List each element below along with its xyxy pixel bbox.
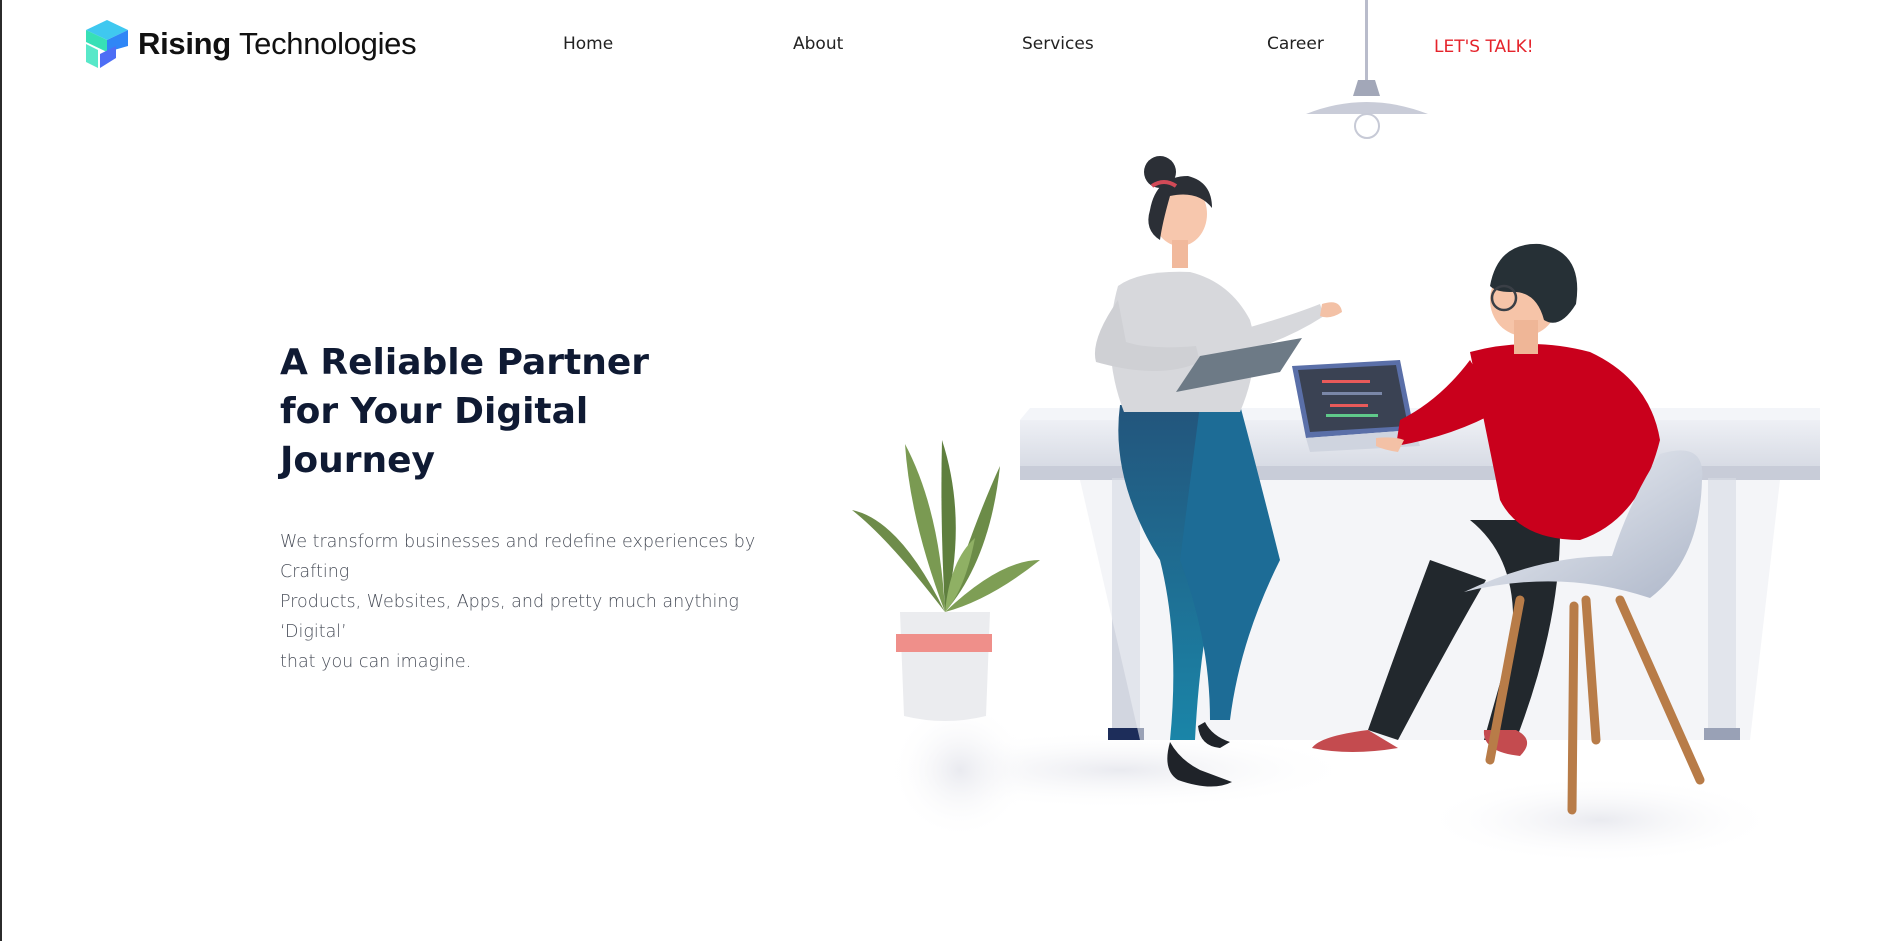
hero-description-line: We transform businesses and redefine exp… xyxy=(280,532,756,582)
hero-title-line: Journey xyxy=(280,440,436,481)
window-left-border xyxy=(0,0,2,941)
hero-title: A Reliable Partner for Your Digital Jour… xyxy=(280,338,700,485)
brand-name-light: Technologies xyxy=(238,26,417,61)
brand-logo-link[interactable]: Rising Technologies xyxy=(82,18,417,70)
brand-name: Rising Technologies xyxy=(138,26,417,62)
hero-description-line: Products, Websites, Apps, and pretty muc… xyxy=(280,592,739,642)
nav-home-link[interactable]: Home xyxy=(563,34,613,54)
hero-description-line: that you can imagine. xyxy=(280,652,472,672)
hero-title-line: A Reliable Partner xyxy=(280,342,650,383)
hero-title-line: for Your Digital xyxy=(280,391,589,432)
office-team-illustration xyxy=(852,0,1820,864)
cube-logo-icon xyxy=(86,20,128,68)
ceiling-lamp-illustration xyxy=(1306,0,1428,139)
brand-name-bold: Rising xyxy=(138,26,231,61)
potted-plant xyxy=(852,440,1040,721)
hero-description: We transform businesses and redefine exp… xyxy=(280,527,800,677)
